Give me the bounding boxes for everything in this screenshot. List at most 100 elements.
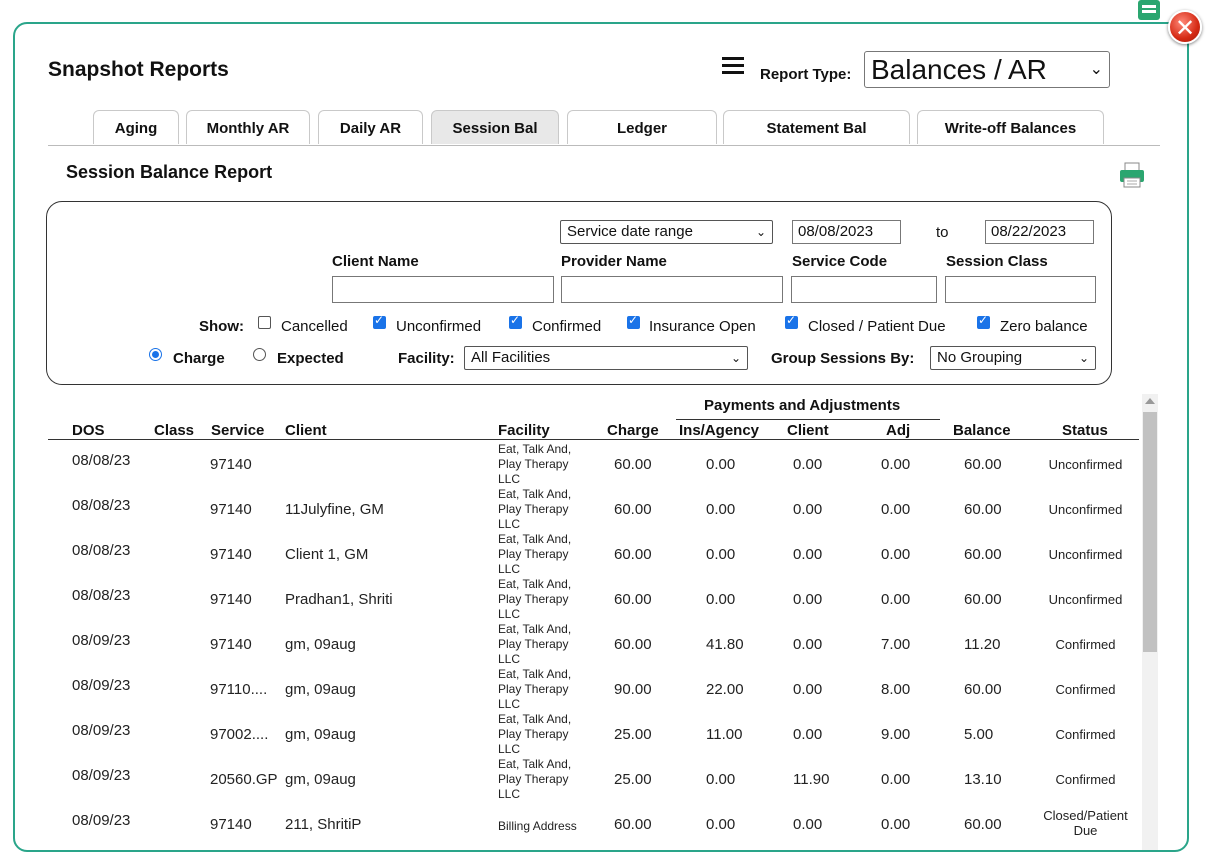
cell-service: 20560.GP xyxy=(210,771,278,788)
chevron-down-icon: ⌄ xyxy=(1078,351,1089,365)
tab-aging[interactable]: Aging xyxy=(93,110,179,144)
date-from-input[interactable]: 08/08/2023 xyxy=(792,220,901,244)
unconfirmed-checkbox[interactable] xyxy=(373,313,386,329)
cell-client: Pradhan1, Shriti xyxy=(285,591,393,608)
cell-ins-agency: 0.00 xyxy=(706,501,736,518)
cell-balance: 60.00 xyxy=(964,501,1002,518)
session-class-input[interactable] xyxy=(945,276,1096,303)
filter-panel: Service date range ⌄ 08/08/2023 to 08/22… xyxy=(46,201,1112,385)
cell-status: Unconfirmed xyxy=(1048,547,1123,562)
cancelled-checkbox[interactable] xyxy=(258,316,271,329)
date-to-input[interactable]: 08/22/2023 xyxy=(985,220,1094,244)
cell-service: 97140 xyxy=(210,636,252,653)
table-scrollbar[interactable] xyxy=(1142,394,1158,850)
minimize-icon[interactable] xyxy=(1138,0,1160,20)
provider-name-input[interactable] xyxy=(561,276,783,303)
group-sessions-select[interactable]: No Grouping ⌄ xyxy=(930,346,1096,370)
cell-facility: Billing Address xyxy=(498,819,577,833)
cell-client-payment: 0.00 xyxy=(793,816,823,833)
table-row[interactable]: 08/08/23 97140 11Julyfine, GM 60.00 0.00 0.00… xyxy=(48,487,1139,532)
cell-adj: 0.00 xyxy=(881,816,911,833)
tab-daily-ar[interactable]: Daily AR xyxy=(318,110,423,144)
client-name-input[interactable] xyxy=(332,276,554,303)
confirmed-checkbox[interactable] xyxy=(509,313,522,329)
cell-charge: 90.00 xyxy=(614,681,652,698)
table-row[interactable]: 08/08/23 97140 60.00 0.00 0.00 0.00 60.00 Eat, … xyxy=(48,442,1139,487)
header-divider xyxy=(48,439,1139,440)
cell-status: Confirmed xyxy=(1055,727,1116,742)
close-icon[interactable]: ✕ xyxy=(1168,10,1202,44)
facility-value: All Facilities xyxy=(471,349,551,366)
insurance-open-label: Insurance Open xyxy=(649,318,756,335)
cell-service: 97140 xyxy=(210,816,252,833)
report-type-label: Report Type: xyxy=(760,66,852,83)
report-type-select[interactable]: Balances / AR ⌄ xyxy=(864,51,1110,88)
date-range-mode-value: Service date range xyxy=(567,223,693,240)
col-adj: Adj xyxy=(886,422,911,439)
table-row[interactable]: 08/09/23 97140 gm, 09aug 60.00 41.80 0.00 7.00… xyxy=(48,622,1139,667)
unconfirmed-label: Unconfirmed xyxy=(396,318,482,335)
date-to-label: to xyxy=(936,224,949,241)
cell-client: 11Julyfine, GM xyxy=(285,501,384,518)
cell-dos: 08/09/23 xyxy=(72,722,131,739)
table-row[interactable]: 08/09/23 97140 211, ShritiP 60.00 0.00 0.00 0.… xyxy=(48,802,1139,847)
cell-ins-agency: 11.00 xyxy=(706,726,743,743)
cell-client-payment: 0.00 xyxy=(793,726,823,743)
facility-select[interactable]: All Facilities ⌄ xyxy=(464,346,748,370)
zero-balance-checkbox[interactable] xyxy=(977,313,990,329)
confirmed-label: Confirmed xyxy=(532,318,602,335)
cell-balance: 11.20 xyxy=(964,636,1001,653)
table-row[interactable]: 08/09/23 20560.GP gm, 09aug 25.00 0.00 11.90 0… xyxy=(48,757,1139,802)
tab-monthly-ar[interactable]: Monthly AR xyxy=(186,110,310,144)
tab-session-bal[interactable]: Session Bal xyxy=(431,110,559,144)
scrollbar-thumb[interactable] xyxy=(1143,412,1157,652)
cell-charge: 60.00 xyxy=(614,546,652,563)
cell-facility: Eat, Talk And, Play Therapy LLC xyxy=(498,532,572,576)
table-row[interactable]: 08/08/23 97140 Pradhan1, Shriti 60.00 0.00 0.… xyxy=(48,577,1139,622)
table-row[interactable]: 08/09/23 97002.... gm, 09aug 25.00 11.00 0.00… xyxy=(48,712,1139,757)
cell-facility: Eat, Talk And, Play Therapy LLC xyxy=(498,577,572,621)
group-sessions-label: Group Sessions By: xyxy=(771,350,915,367)
cell-dos: 08/09/23 xyxy=(72,812,131,829)
cell-service: 97140 xyxy=(210,501,252,518)
insurance-open-checkbox[interactable] xyxy=(627,313,640,329)
cell-client: Client 1, GM xyxy=(285,546,369,563)
charge-radio[interactable] xyxy=(149,348,162,361)
cell-ins-agency: 0.00 xyxy=(706,816,736,833)
cell-ins-agency: 0.00 xyxy=(706,591,736,608)
tab-write-off-balances[interactable]: Write-off Balances xyxy=(917,110,1104,144)
scroll-up-icon[interactable] xyxy=(1145,398,1155,404)
col-class: Class xyxy=(154,422,195,439)
cell-adj: 7.00 xyxy=(881,636,911,653)
group-sessions-value: No Grouping xyxy=(937,349,1023,366)
cell-facility: Eat, Talk And, Play Therapy LLC xyxy=(498,622,572,666)
cell-client: gm, 09aug xyxy=(285,636,356,653)
service-code-input[interactable] xyxy=(791,276,937,303)
cell-charge: 60.00 xyxy=(614,591,652,608)
payments-adjustments-header: Payments and Adjustments xyxy=(704,397,901,414)
expected-radio[interactable] xyxy=(253,348,266,361)
col-service: Service xyxy=(211,422,265,439)
chevron-down-icon: ⌄ xyxy=(730,351,741,365)
cell-facility: Eat, Talk And, Play Therapy LLC xyxy=(498,442,572,486)
report-tabs: Aging Monthly AR Daily AR Session Bal Le… xyxy=(48,109,1160,146)
payments-divider xyxy=(676,419,940,420)
printer-icon[interactable] xyxy=(1118,162,1146,188)
table-row[interactable]: 08/09/23 97110.... gm, 09aug 90.00 22.00 0.00… xyxy=(48,667,1139,712)
col-ins-agency: Ins/Agency xyxy=(679,422,760,439)
cell-dos: 08/09/23 xyxy=(72,677,131,694)
cell-adj: 0.00 xyxy=(881,456,911,473)
cell-dos: 08/09/23 xyxy=(72,767,131,784)
closed-patient-due-checkbox[interactable] xyxy=(785,313,798,329)
date-range-mode-select[interactable]: Service date range ⌄ xyxy=(560,220,773,244)
charge-label: Charge xyxy=(173,350,225,367)
tab-ledger[interactable]: Ledger xyxy=(567,110,717,144)
report-subtitle: Session Balance Report xyxy=(66,162,273,182)
cell-balance: 60.00 xyxy=(964,456,1002,473)
cancelled-label: Cancelled xyxy=(281,318,348,335)
tab-statement-bal[interactable]: Statement Bal xyxy=(723,110,910,144)
col-charge: Charge xyxy=(607,422,659,439)
table-row[interactable]: 08/08/23 97140 Client 1, GM 60.00 0.00 0.00 0.… xyxy=(48,532,1139,577)
cell-service: 97140 xyxy=(210,546,252,563)
hamburger-menu-icon[interactable] xyxy=(722,57,744,75)
